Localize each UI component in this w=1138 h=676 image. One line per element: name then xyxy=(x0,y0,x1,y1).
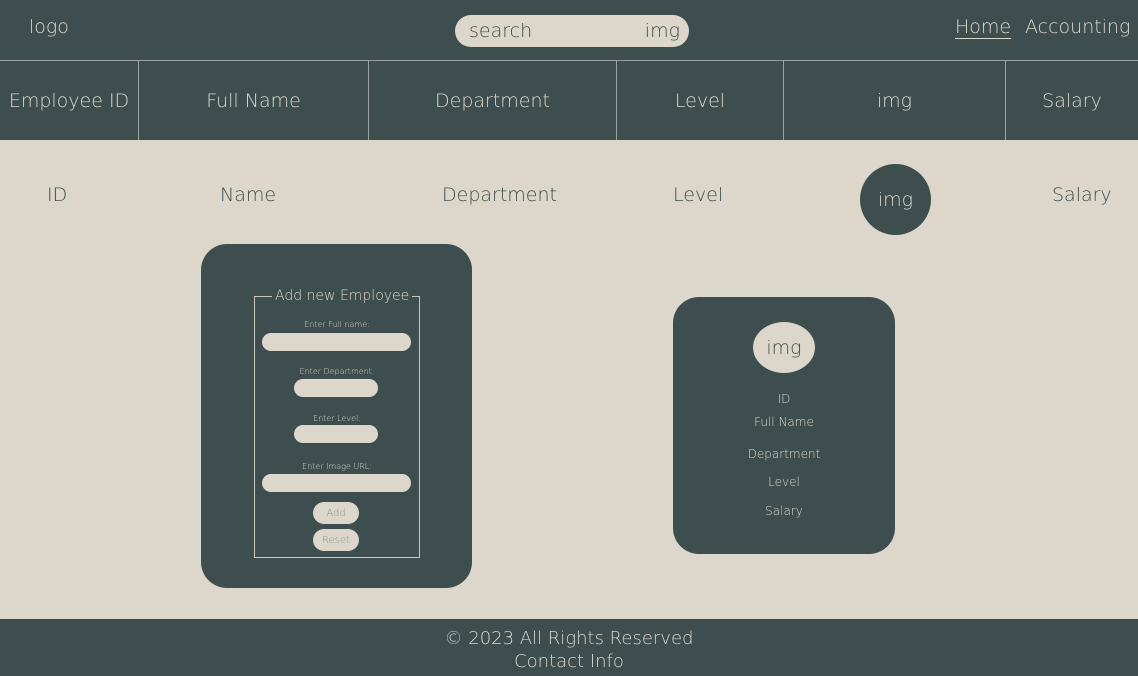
image-url-input[interactable] xyxy=(262,474,411,492)
nav-home-link[interactable]: Home xyxy=(955,16,1011,38)
row-level: Level xyxy=(673,184,724,206)
column-header-level: Level xyxy=(617,61,784,140)
profile-department: Department xyxy=(747,447,821,461)
add-employee-card: Add new Employee Enter Full name: Enter … xyxy=(201,244,472,588)
footer-contact-link[interactable]: Contact Info xyxy=(0,651,1138,672)
form-legend: Add new Employee xyxy=(272,288,413,304)
footer: © 2023 All Rights Reserved Contact Info xyxy=(0,619,1138,676)
profile-salary: Salary xyxy=(765,504,803,518)
column-header-salary: Salary xyxy=(1042,89,1102,112)
full-name-label: Enter Full name: xyxy=(304,320,370,329)
employee-profile-card[interactable]: img ID Full Name Department Level Salary xyxy=(673,297,895,554)
level-label: Enter Level: xyxy=(313,414,361,423)
profile-id: ID xyxy=(777,392,791,406)
search-input[interactable]: search xyxy=(469,20,532,42)
column-header-department: Department xyxy=(369,61,617,140)
level-input[interactable] xyxy=(294,425,378,443)
add-button[interactable]: Add xyxy=(313,502,359,524)
column-header-img: img xyxy=(784,61,1006,140)
row-salary: Salary xyxy=(1052,184,1112,206)
image-url-label: Enter Image URL: xyxy=(302,462,372,471)
table-header: Employee ID Full Name Department Level i… xyxy=(0,60,1138,140)
row-name: Name xyxy=(220,184,277,206)
search-icon[interactable]: img xyxy=(645,20,680,42)
full-name-input[interactable] xyxy=(262,333,411,351)
reset-button[interactable]: Reset xyxy=(313,529,359,551)
search-bar[interactable]: search img xyxy=(455,15,689,47)
nav-accounting-link[interactable]: Accounting xyxy=(1025,16,1130,38)
top-header: logo search img Home Accounting xyxy=(0,0,1138,60)
department-label: Enter Department: xyxy=(299,367,375,376)
row-department: Department xyxy=(442,184,557,206)
column-header-full-name: Full Name xyxy=(139,61,369,140)
profile-full-name: Full Name xyxy=(754,415,814,429)
row-id: ID xyxy=(47,184,68,206)
logo[interactable]: logo xyxy=(29,16,69,38)
footer-copyright: © 2023 All Rights Reserved xyxy=(444,628,694,649)
column-header-employee-id: Employee ID xyxy=(0,61,139,140)
profile-level: Level xyxy=(768,475,800,489)
row-avatar: img xyxy=(860,164,931,235)
department-input[interactable] xyxy=(294,379,378,397)
profile-avatar: img xyxy=(753,322,815,373)
